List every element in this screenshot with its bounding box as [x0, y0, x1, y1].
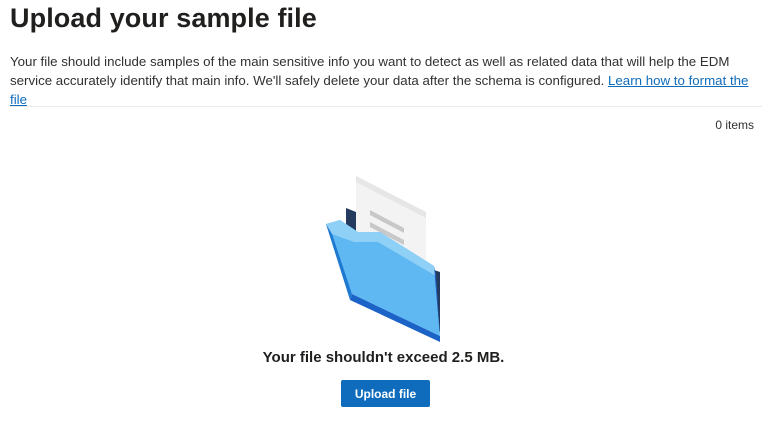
page-title: Upload your sample file — [10, 3, 317, 33]
page-description: Your file should include samples of the … — [10, 52, 762, 109]
folder-with-document-icon — [326, 176, 440, 342]
upload-sample-file-page: Upload your sample file Your file should… — [0, 0, 767, 441]
upload-file-button[interactable]: Upload file — [341, 380, 430, 407]
divider — [10, 106, 762, 107]
file-size-limit-message: Your file shouldn't exceed 2.5 MB. — [262, 349, 505, 366]
item-count: 0 items — [715, 118, 754, 132]
